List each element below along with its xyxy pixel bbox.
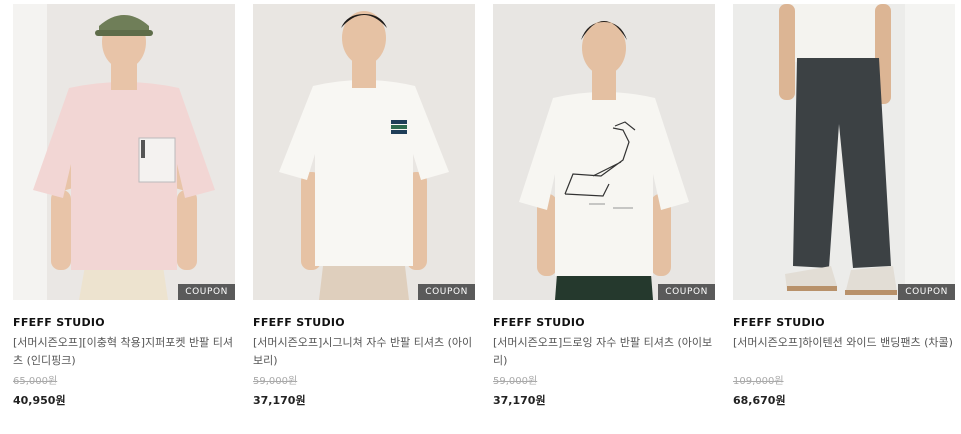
product-name[interactable]: [서머시즌오프]시그니쳐 자수 반팔 티셔츠 (아이보리) (253, 334, 475, 370)
original-price: 59,000원 (253, 376, 298, 387)
product-image[interactable]: COUPON (733, 4, 955, 300)
product-grid: COUPON FFEFF STUDIO [서머시즌오프][이충혁 착용]지퍼포켓… (0, 0, 961, 434)
sale-price: 37,170원 (253, 394, 306, 407)
coupon-badge: COUPON (418, 284, 475, 300)
product-card[interactable]: COUPON FFEFF STUDIO [서머시즌오프]시그니쳐 자수 반팔 티… (253, 4, 475, 408)
sale-price: 40,950원 (13, 394, 66, 407)
shirt (789, 4, 885, 62)
brand-name: FFEFF STUDIO (733, 316, 825, 329)
brand-name: FFEFF STUDIO (253, 316, 345, 329)
product-image[interactable]: COUPON (253, 4, 475, 300)
product-image[interactable]: COUPON (13, 4, 235, 300)
product-image[interactable]: COUPON (493, 4, 715, 300)
product-photo-wide-pants (733, 4, 955, 300)
sale-price: 68,670원 (733, 394, 786, 407)
coupon-badge: COUPON (178, 284, 235, 300)
brand-name: FFEFF STUDIO (13, 316, 105, 329)
original-price: 59,000원 (493, 376, 538, 387)
product-name[interactable]: [서머시즌오프][이충혁 착용]지퍼포켓 반팔 티셔츠 (인디핑크) (13, 334, 235, 370)
product-photo-pink-tee (13, 4, 235, 300)
brand-name: FFEFF STUDIO (493, 316, 585, 329)
coupon-badge: COUPON (658, 284, 715, 300)
product-name[interactable]: [서머시즌오프]하이텐션 와이드 밴딩팬츠 (차콜) (733, 334, 955, 370)
product-photo-drawing-tee (493, 4, 715, 300)
coupon-badge: COUPON (898, 284, 955, 300)
product-name[interactable]: [서머시즌오프]드로잉 자수 반팔 티셔츠 (아이보리) (493, 334, 715, 370)
product-card[interactable]: COUPON FFEFF STUDIO [서머시즌오프]드로잉 자수 반팔 티셔… (493, 4, 715, 408)
original-price: 109,000원 (733, 376, 784, 387)
product-photo-ivory-tee (253, 4, 475, 300)
original-price: 65,000원 (13, 376, 58, 387)
sale-price: 37,170원 (493, 394, 546, 407)
product-card[interactable]: COUPON FFEFF STUDIO [서머시즌오프][이충혁 착용]지퍼포켓… (13, 4, 235, 408)
product-card[interactable]: COUPON FFEFF STUDIO [서머시즌오프]하이텐션 와이드 밴딩팬… (733, 4, 955, 408)
